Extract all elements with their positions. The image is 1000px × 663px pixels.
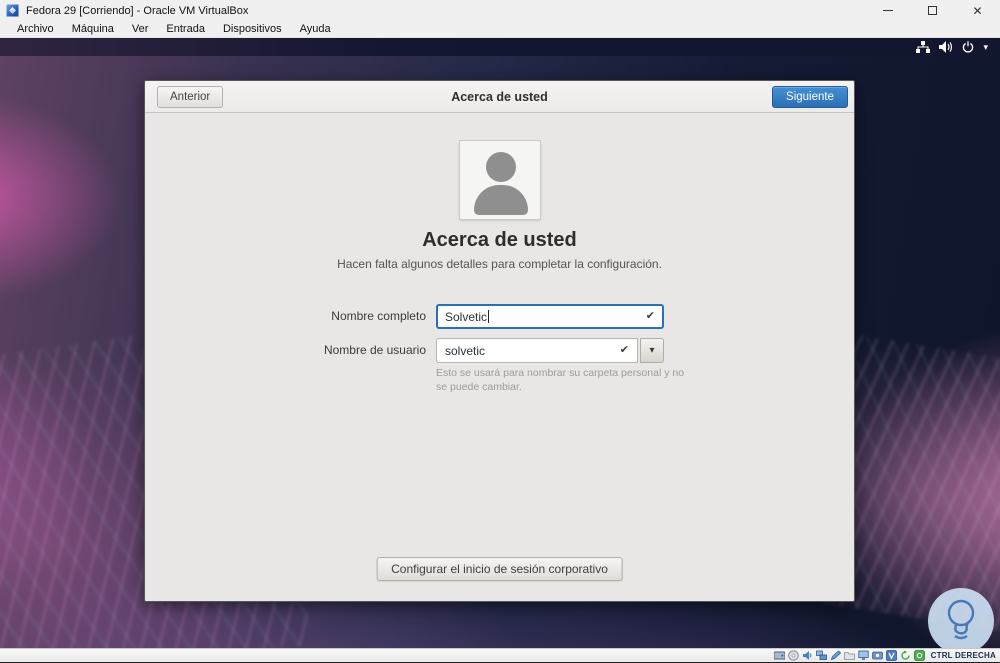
next-button[interactable]: Siguiente — [772, 86, 848, 108]
username-value: solvetic — [445, 343, 486, 358]
optical-disc-status-icon[interactable] — [787, 650, 799, 661]
valid-check-icon: ✔ — [645, 310, 655, 322]
vm-display: ▾ Anterior Acerca de usted Siguiente Ace… — [0, 38, 1000, 648]
shared-folders-status-icon[interactable] — [843, 650, 855, 661]
valid-check-icon: ✔ — [619, 344, 629, 356]
full-name-value: Solvetic — [445, 309, 488, 324]
dialog-header: Anterior Acerca de usted Siguiente — [145, 81, 854, 113]
text-cursor — [488, 310, 490, 323]
full-name-input[interactable]: Solvetic ✔ — [436, 304, 664, 329]
username-hint: Esto se usará para nombrar su carpeta pe… — [436, 367, 685, 394]
page-title: Acerca de usted — [422, 229, 577, 251]
system-status-area[interactable]: ▾ — [916, 41, 988, 53]
volume-icon — [939, 41, 953, 53]
full-name-label: Nombre completo — [331, 309, 426, 323]
caret-down-icon: ▾ — [983, 41, 988, 52]
minimize-button[interactable] — [865, 0, 910, 21]
minimize-icon — [882, 10, 893, 11]
page-subtitle: Hacen falta algunos detalles para comple… — [337, 257, 662, 271]
power-icon — [963, 41, 974, 53]
display-status-icon[interactable] — [857, 650, 869, 661]
close-button[interactable]: ✕ — [955, 0, 1000, 21]
audio-status-icon[interactable] — [802, 650, 813, 661]
network-status-icon[interactable] — [815, 650, 827, 661]
menu-item-ver[interactable]: Ver — [123, 21, 158, 37]
menu-item-dispositivos[interactable]: Dispositivos — [214, 21, 291, 37]
host-key-label: CTRL DERECHA — [930, 651, 996, 660]
virtualbox-window: Fedora 29 [Corriendo] - Oracle VM Virtua… — [0, 0, 1000, 663]
username-dropdown-button[interactable]: ▾ — [640, 338, 664, 363]
menubar: Archivo Máquina Ver Entrada Dispositivos… — [0, 21, 1000, 38]
maximize-button[interactable] — [910, 0, 955, 21]
user-avatar[interactable] — [459, 140, 541, 220]
window-title: Fedora 29 [Corriendo] - Oracle VM Virtua… — [26, 4, 249, 17]
menu-item-ayuda[interactable]: Ayuda — [291, 21, 340, 37]
avatar-person-icon — [486, 152, 516, 182]
enterprise-login-button[interactable]: Configurar el inicio de sesión corporati… — [376, 557, 623, 581]
solvetic-watermark-logo — [928, 588, 994, 648]
virtualization-status-icon[interactable] — [885, 650, 897, 661]
maximize-icon — [928, 6, 937, 15]
username-input[interactable]: solvetic ✔ — [436, 338, 638, 363]
gnome-topbar: ▾ — [0, 38, 1000, 56]
menu-item-entrada[interactable]: Entrada — [157, 21, 214, 37]
vm-statusbar: CTRL DERECHA — [0, 648, 1000, 662]
window-titlebar: Fedora 29 [Corriendo] - Oracle VM Virtua… — [0, 0, 1000, 21]
initial-setup-dialog: Anterior Acerca de usted Siguiente Acerc… — [144, 80, 855, 602]
username-label: Nombre de usuario — [323, 343, 426, 357]
menu-item-maquina[interactable]: Máquina — [63, 21, 123, 37]
close-icon: ✕ — [972, 3, 983, 18]
avatar-person-body — [474, 185, 528, 215]
wired-network-icon — [916, 41, 931, 53]
usb-status-icon[interactable] — [830, 650, 841, 661]
virtualbox-logo-icon — [6, 4, 19, 17]
mouse-integration-status-icon[interactable] — [913, 650, 925, 661]
recording-status-icon[interactable] — [871, 650, 883, 661]
lightbulb-icon — [947, 599, 975, 640]
hard-disk-status-icon[interactable] — [773, 650, 785, 661]
chevron-down-icon: ▾ — [649, 345, 655, 356]
dialog-title: Acerca de usted — [451, 90, 548, 104]
features-status-icon[interactable] — [900, 650, 911, 661]
menu-item-archivo[interactable]: Archivo — [8, 21, 63, 37]
window-controls: ✕ — [865, 0, 1000, 21]
